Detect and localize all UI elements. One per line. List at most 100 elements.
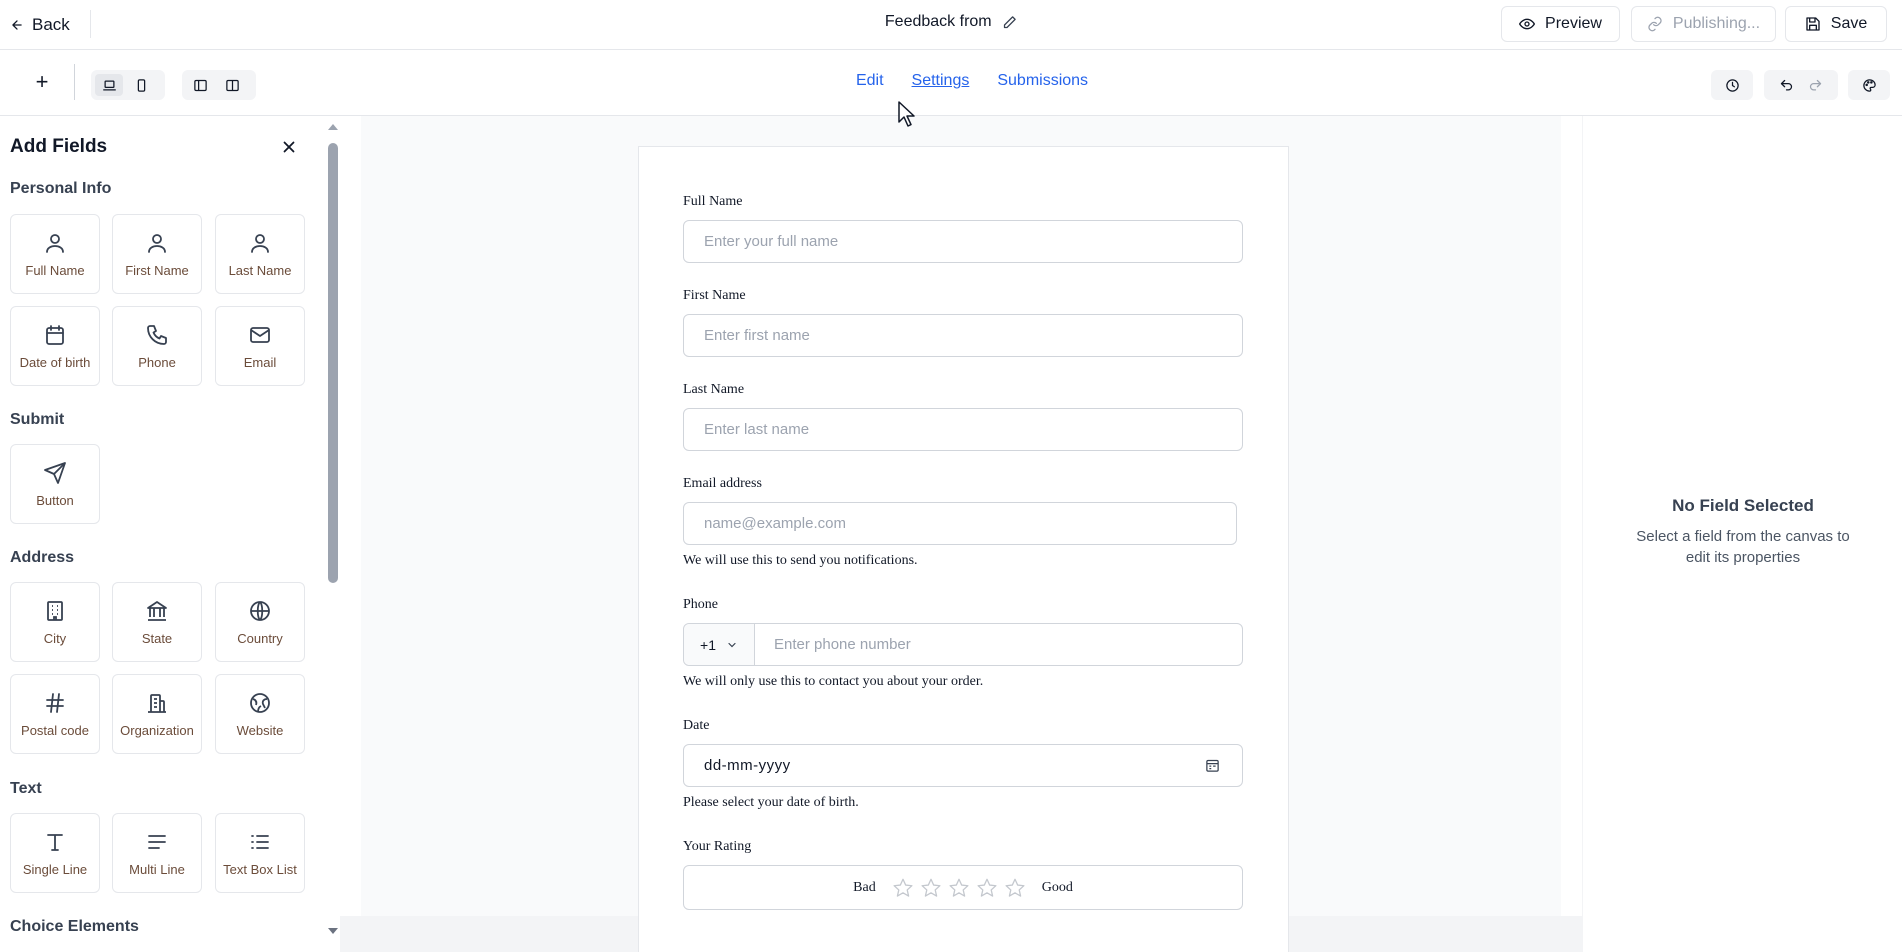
- date-help-text: Please select your date of birth.: [683, 795, 859, 810]
- theme-button[interactable]: [1848, 70, 1890, 100]
- section-submit: Submit: [10, 411, 65, 428]
- field-label: Country: [237, 630, 283, 646]
- pencil-icon[interactable]: [1002, 15, 1017, 30]
- field-country[interactable]: Country: [215, 582, 305, 662]
- type-icon: [47, 833, 63, 851]
- first-name-label: First Name: [683, 288, 746, 303]
- field-multi-line[interactable]: Multi Line: [112, 813, 202, 893]
- form-title-text: Feedback from: [884, 13, 992, 30]
- save-button[interactable]: Save: [1785, 6, 1887, 42]
- field-label: Button: [36, 492, 74, 508]
- full-name-label: Full Name: [683, 194, 743, 209]
- field-label: Full Name: [25, 262, 85, 278]
- phone-input[interactable]: +1 Enter phone number: [683, 623, 1243, 666]
- full-name-input[interactable]: Enter your full name: [683, 220, 1243, 263]
- field-label: Text Box List: [223, 861, 297, 877]
- star-icon[interactable]: [1004, 877, 1026, 899]
- first-name-input[interactable]: Enter first name: [683, 314, 1243, 357]
- field-label: Phone: [138, 354, 176, 370]
- tab-submissions[interactable]: Submissions: [997, 72, 1088, 90]
- country-code-value: +1: [700, 636, 716, 653]
- field-label: Single Line: [22, 861, 88, 877]
- phone-label: Phone: [683, 597, 718, 612]
- clock-icon: [1725, 78, 1739, 92]
- section-personal-info: Personal Info: [10, 180, 112, 197]
- empty-state-subtitle: Select a field from the canvas to edit i…: [1636, 528, 1850, 566]
- save-label: Save: [1830, 15, 1868, 32]
- rating-input: Bad Good: [683, 865, 1243, 910]
- field-website[interactable]: Website: [215, 674, 305, 754]
- redo-icon[interactable]: [1808, 78, 1823, 93]
- tab-settings[interactable]: Settings: [912, 72, 970, 90]
- chevron-down-icon: [728, 642, 736, 647]
- user-icon: [148, 233, 166, 253]
- calendar-icon: [46, 324, 64, 345]
- field-last-name[interactable]: Last Name: [215, 214, 305, 294]
- field-organization[interactable]: Organization: [112, 674, 202, 754]
- calendar-icon[interactable]: [1205, 758, 1220, 773]
- field-text-box-list[interactable]: Text Box List: [215, 813, 305, 893]
- phone-help-text: We will only use this to contact you abo…: [683, 674, 984, 689]
- mouse-cursor-icon: [898, 101, 915, 127]
- landmark-icon: [147, 600, 167, 621]
- publish-button[interactable]: Publishing...: [1631, 6, 1776, 42]
- list-icon: [251, 834, 269, 849]
- view-tabs: Edit Settings Submissions: [0, 72, 1902, 90]
- star-icon[interactable]: [948, 877, 970, 899]
- star-icon[interactable]: [892, 877, 914, 899]
- field-label: Email: [243, 354, 277, 370]
- field-email[interactable]: Email: [215, 306, 305, 386]
- section-choice-elements: Choice Elements: [10, 918, 139, 935]
- form-preview: Full Name Enter your full name First Nam…: [638, 146, 1289, 952]
- rating-label: Your Rating: [683, 839, 752, 854]
- scrollbar-thumb[interactable]: [328, 143, 338, 583]
- phone-placeholder: Enter phone number: [774, 636, 911, 653]
- field-label: Multi Line: [129, 861, 185, 877]
- history-button[interactable]: [1711, 70, 1753, 100]
- last-name-input[interactable]: Enter last name: [683, 408, 1243, 451]
- date-input[interactable]: dd-mm-yyyy: [683, 744, 1243, 787]
- first-name-placeholder: Enter first name: [704, 327, 810, 344]
- field-date-of-birth[interactable]: Date of birth: [10, 306, 100, 386]
- section-address: Address: [10, 549, 75, 566]
- field-label: First Name: [125, 262, 189, 278]
- web-icon: [250, 692, 270, 713]
- email-input[interactable]: name@example.com: [683, 502, 1237, 545]
- field-single-line[interactable]: Single Line: [10, 813, 100, 893]
- field-state[interactable]: State: [112, 582, 202, 662]
- field-full-name[interactable]: Full Name: [10, 214, 100, 294]
- user-icon: [251, 233, 269, 253]
- scroll-down-arrow-icon[interactable]: [326, 924, 340, 938]
- field-phone[interactable]: Phone: [112, 306, 202, 386]
- preview-button[interactable]: Preview: [1501, 6, 1620, 42]
- star-icon[interactable]: [976, 877, 998, 899]
- field-label: City: [43, 630, 67, 646]
- properties-panel: No Field Selected Select a field from th…: [1582, 116, 1902, 952]
- field-button[interactable]: Button: [10, 444, 100, 524]
- save-icon: [1806, 17, 1820, 31]
- preview-label: Preview: [1545, 15, 1602, 32]
- field-city[interactable]: City: [10, 582, 100, 662]
- add-fields-panel: Add Fields Personal Info Full Name First…: [0, 116, 325, 952]
- globe-icon: [250, 600, 270, 621]
- last-name-placeholder: Enter last name: [704, 421, 810, 438]
- field-first-name[interactable]: First Name: [112, 214, 202, 294]
- star-icon[interactable]: [920, 877, 942, 899]
- email-placeholder: name@example.com: [704, 515, 846, 532]
- tab-edit[interactable]: Edit: [856, 72, 884, 90]
- user-icon: [46, 233, 64, 253]
- country-code-select[interactable]: +1: [684, 624, 755, 665]
- close-icon[interactable]: [280, 138, 298, 156]
- scroll-up-arrow-icon[interactable]: [326, 120, 340, 134]
- rating-high-label: Good: [1041, 879, 1073, 895]
- undo-icon[interactable]: [1779, 78, 1794, 93]
- empty-state-title: No Field Selected: [1672, 496, 1814, 515]
- building-icon: [47, 600, 63, 621]
- eye-icon: [1519, 18, 1536, 30]
- office-icon: [148, 693, 166, 713]
- mail-icon: [250, 326, 270, 343]
- date-label: Date: [683, 718, 710, 733]
- field-postal-code[interactable]: Postal code: [10, 674, 100, 754]
- field-label: Last Name: [228, 262, 292, 278]
- toolbar: + Edit Settings Submissions: [0, 50, 1902, 116]
